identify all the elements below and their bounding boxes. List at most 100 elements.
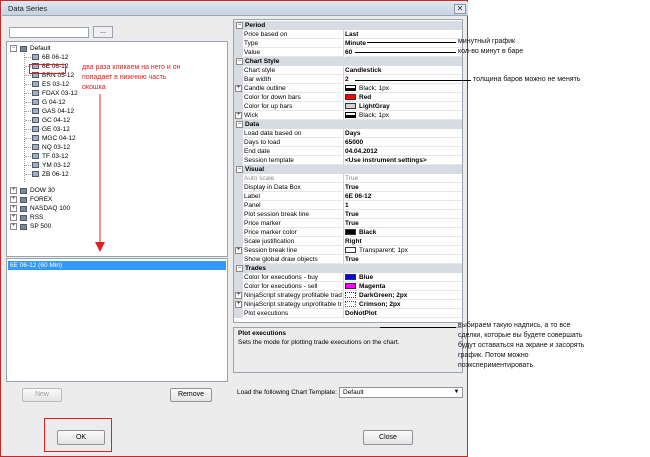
- property-value[interactable]: True: [345, 255, 462, 264]
- tree-node-instrument[interactable]: MGC 04-12: [42, 134, 76, 143]
- tree-node-instrument[interactable]: GE 03-12: [42, 125, 70, 134]
- property-value[interactable]: Black; 1px: [345, 111, 462, 120]
- collapse-icon[interactable]: −: [10, 45, 17, 52]
- property-value[interactable]: Black; 1px: [345, 84, 462, 93]
- category-trades[interactable]: − Trades: [234, 264, 462, 273]
- property-value[interactable]: Red: [345, 93, 462, 102]
- property-row[interactable]: Auto scale True: [234, 174, 462, 183]
- tree-node-instrument[interactable]: GC 04-12: [42, 116, 70, 125]
- property-row[interactable]: + Session break line Transparent; 1px: [234, 246, 462, 255]
- property-value[interactable]: 04.04.2012: [345, 147, 462, 156]
- tree-node-group[interactable]: DOW 30: [30, 186, 55, 195]
- tree-node-instrument[interactable]: G 04-12: [42, 98, 66, 107]
- property-value[interactable]: Crimson; 2px: [345, 300, 462, 309]
- property-value[interactable]: True: [345, 219, 462, 228]
- tree-node-instrument[interactable]: 6B 06-12: [42, 53, 68, 62]
- expand-icon[interactable]: +: [10, 214, 17, 221]
- property-value[interactable]: Days: [345, 129, 462, 138]
- property-value[interactable]: DoNotPlot: [345, 309, 462, 318]
- expand-icon[interactable]: +: [235, 85, 242, 92]
- property-row[interactable]: Show global draw objects True: [234, 255, 462, 264]
- property-value[interactable]: Black: [345, 228, 462, 237]
- property-row[interactable]: Color for up bars LightGray: [234, 102, 462, 111]
- collapse-icon[interactable]: −: [236, 265, 243, 272]
- expand-icon[interactable]: +: [10, 187, 17, 194]
- chart-template-select[interactable]: Default ▼: [339, 387, 463, 398]
- close-button[interactable]: Close: [363, 430, 413, 445]
- property-value[interactable]: LightGray: [345, 102, 462, 111]
- tree-node-group[interactable]: SP 500: [30, 222, 51, 231]
- property-grid[interactable]: − Period Price based on Last Type Minute Value…: [233, 19, 463, 323]
- property-row[interactable]: + NinjaScript strategy profitable trad Dar…: [234, 291, 462, 300]
- tree-node-instrument[interactable]: GAS 04-12: [42, 107, 74, 116]
- property-value[interactable]: Blue: [345, 273, 462, 282]
- property-row[interactable]: Days to load 65000: [234, 138, 462, 147]
- property-value[interactable]: Transparent; 1px: [345, 246, 462, 255]
- expand-icon[interactable]: +: [235, 247, 242, 254]
- expand-icon[interactable]: +: [10, 196, 17, 203]
- property-value[interactable]: Right: [345, 237, 462, 246]
- property-value[interactable]: True: [345, 183, 462, 192]
- property-row[interactable]: Panel 1: [234, 201, 462, 210]
- collapse-icon[interactable]: −: [236, 121, 243, 128]
- property-row[interactable]: Price based on Last: [234, 30, 462, 39]
- property-row[interactable]: Chart style Candlestick: [234, 66, 462, 75]
- property-row[interactable]: End date 04.04.2012: [234, 147, 462, 156]
- tree-node-instrument[interactable]: NQ 03-12: [42, 143, 70, 152]
- category-data[interactable]: − Data: [234, 120, 462, 129]
- property-row[interactable]: + Wick Black; 1px: [234, 111, 462, 120]
- new-button[interactable]: New: [22, 388, 62, 402]
- property-row[interactable]: Session template <Use instrument settings…: [234, 156, 462, 165]
- property-row[interactable]: Price marker True: [234, 219, 462, 228]
- property-row[interactable]: Type Minute: [234, 39, 462, 48]
- property-value[interactable]: True: [345, 210, 462, 219]
- property-value[interactable]: Candlestick: [345, 66, 462, 75]
- selected-series-list[interactable]: 6E 06-12 (60 Min): [6, 258, 228, 382]
- property-value[interactable]: 65000: [345, 138, 462, 147]
- search-input[interactable]: [9, 27, 89, 38]
- property-row[interactable]: Load data based on Days: [234, 129, 462, 138]
- expand-icon[interactable]: +: [235, 112, 242, 119]
- tree-node-instrument[interactable]: ZB 06-12: [42, 170, 69, 179]
- tree-node-group[interactable]: RSS: [30, 213, 43, 222]
- property-row[interactable]: Price marker color Black: [234, 228, 462, 237]
- expand-icon[interactable]: +: [235, 301, 242, 308]
- property-value[interactable]: 1: [345, 201, 462, 210]
- category-chart-style[interactable]: − Chart Style: [234, 57, 462, 66]
- expand-icon[interactable]: +: [10, 205, 17, 212]
- tree-node-instrument[interactable]: FDAX 03-12: [42, 89, 78, 98]
- tree-node-group[interactable]: NASDAQ 100: [30, 204, 70, 213]
- expand-icon[interactable]: +: [235, 292, 242, 299]
- property-value[interactable]: DarkGreen; 2px: [345, 291, 462, 300]
- property-value[interactable]: Magenta: [345, 282, 462, 291]
- property-value[interactable]: Minute: [345, 39, 462, 48]
- property-row[interactable]: Plot session break line True: [234, 210, 462, 219]
- property-row[interactable]: Color for executions - buy Blue: [234, 273, 462, 282]
- expand-icon[interactable]: +: [10, 223, 17, 230]
- property-row[interactable]: + Candle outline Black; 1px: [234, 84, 462, 93]
- selected-series-item[interactable]: 6E 06-12 (60 Min): [8, 261, 226, 270]
- property-row[interactable]: Plot executions DoNotPlot: [234, 309, 462, 318]
- property-row[interactable]: Label 6E 06-12: [234, 192, 462, 201]
- property-value[interactable]: Last: [345, 30, 462, 39]
- browse-button[interactable]: ...: [93, 26, 113, 38]
- property-row[interactable]: + NinjaScript strategy unprofitable tr Cri…: [234, 300, 462, 309]
- tree-node-group[interactable]: FOREX: [30, 195, 52, 204]
- property-row[interactable]: Color for executions - sell Magenta: [234, 282, 462, 291]
- remove-button[interactable]: Remove: [170, 388, 212, 402]
- property-value[interactable]: 6E 06-12: [345, 192, 462, 201]
- collapse-icon[interactable]: −: [236, 22, 243, 29]
- property-row[interactable]: Color for down bars Red: [234, 93, 462, 102]
- close-icon[interactable]: ✕: [454, 4, 466, 14]
- property-value[interactable]: <Use instrument settings>: [345, 156, 462, 165]
- collapse-icon[interactable]: −: [236, 58, 243, 65]
- property-value[interactable]: True: [345, 174, 462, 183]
- tree-node-instrument[interactable]: ES 03-12: [42, 80, 69, 89]
- category-period[interactable]: − Period: [234, 21, 462, 30]
- property-row[interactable]: Display in Data Box True: [234, 183, 462, 192]
- category-visual[interactable]: − Visual: [234, 165, 462, 174]
- tree-node-default[interactable]: Default: [30, 44, 51, 53]
- tree-node-instrument[interactable]: YM 03-12: [42, 161, 70, 170]
- tree-node-instrument[interactable]: TF 03-12: [42, 152, 68, 161]
- property-row[interactable]: Scale justification Right: [234, 237, 462, 246]
